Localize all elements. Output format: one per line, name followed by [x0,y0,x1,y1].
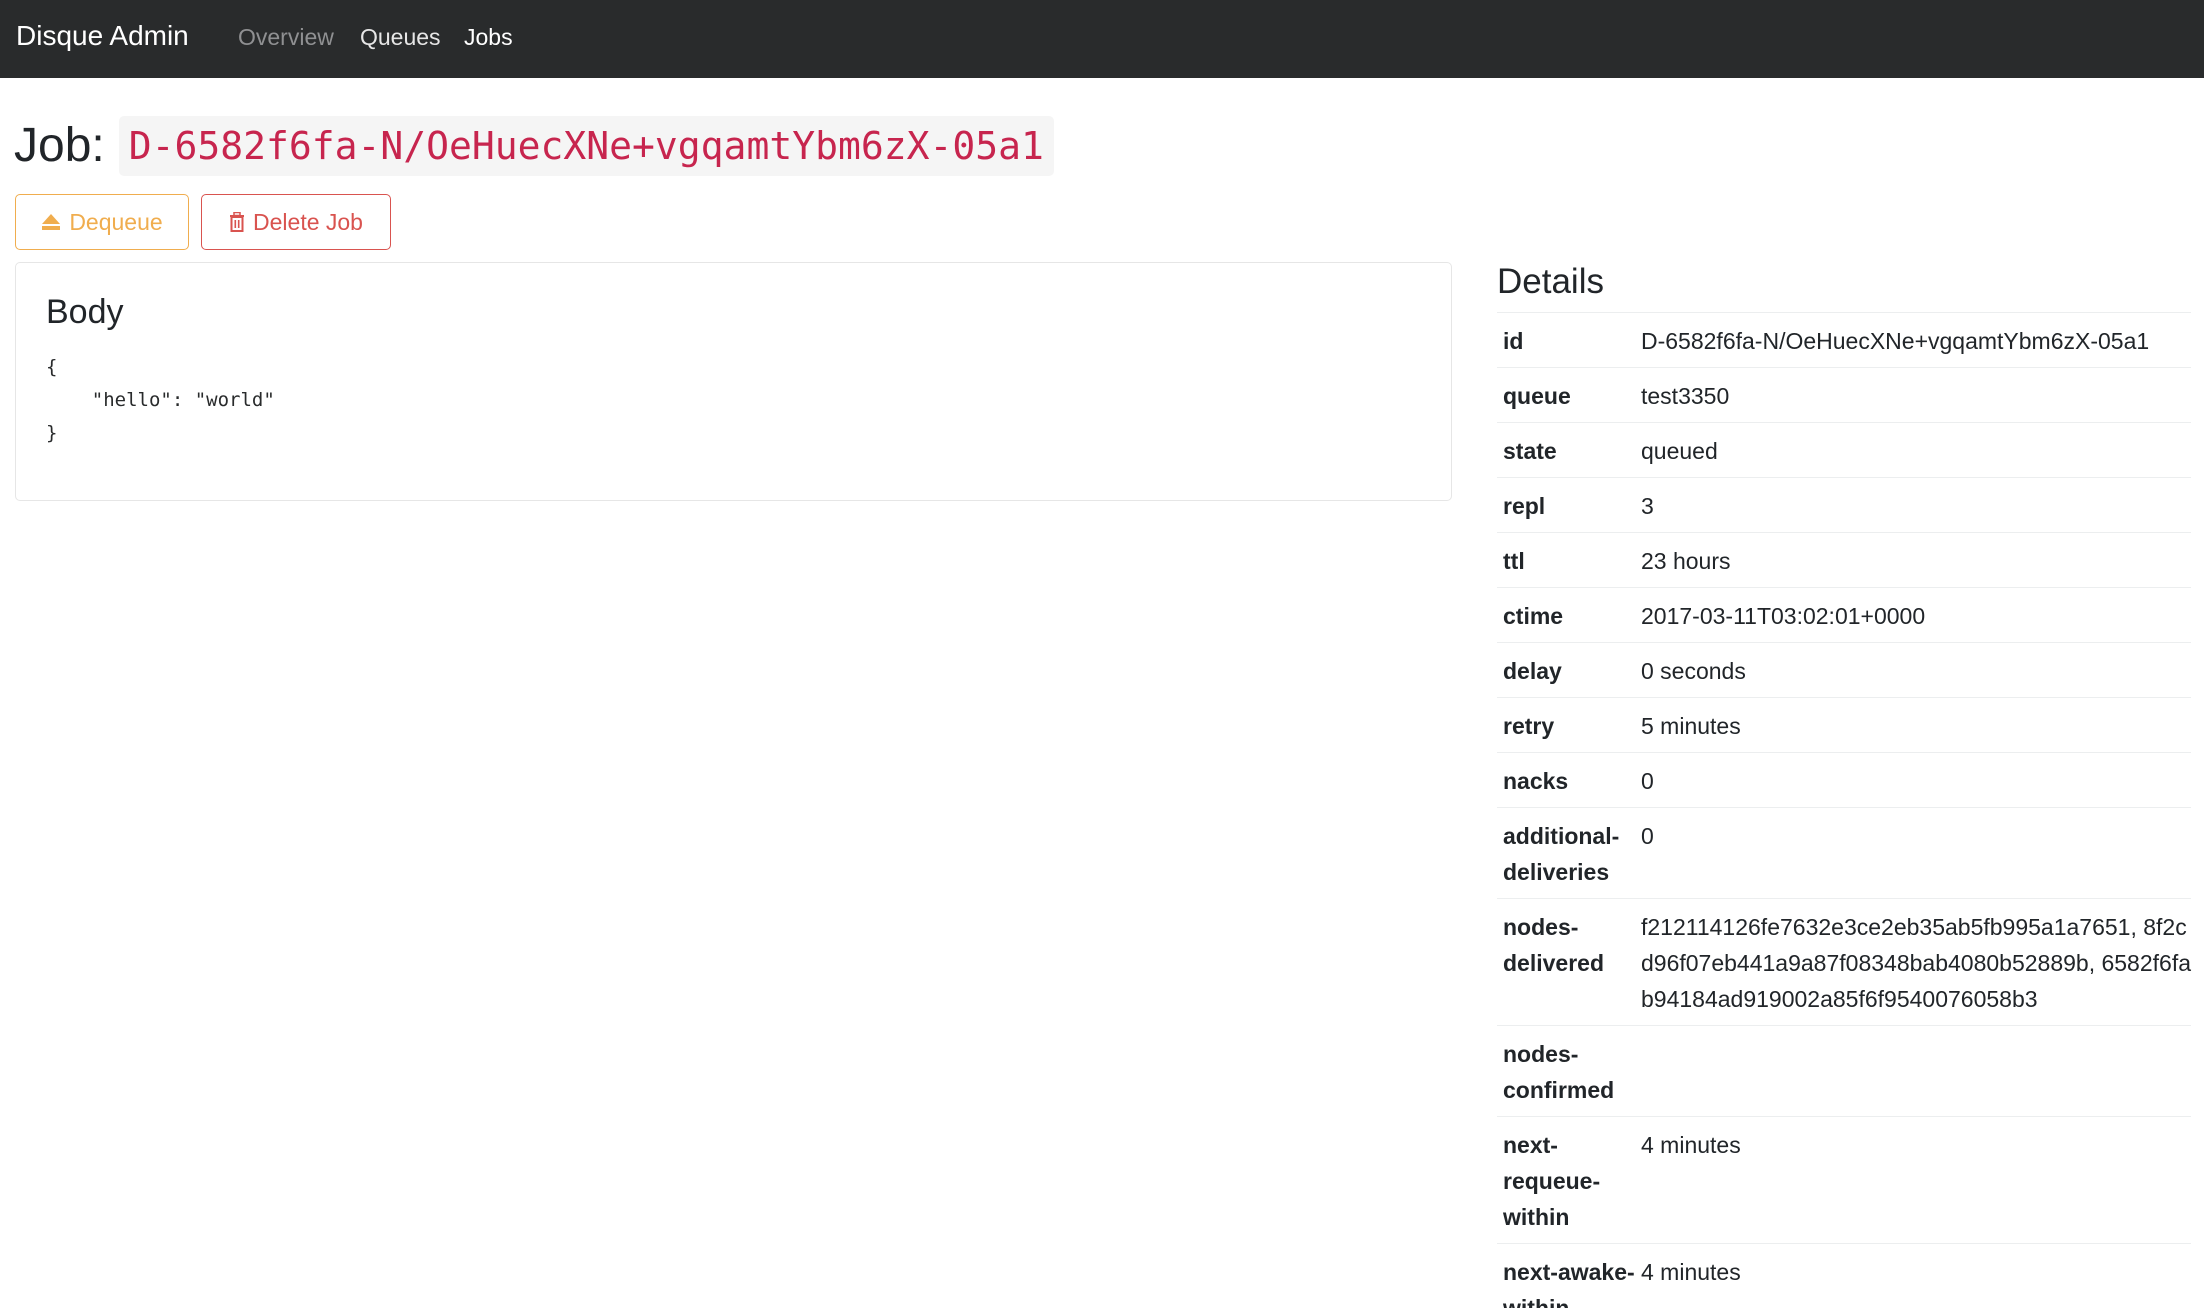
nav-jobs[interactable]: Jobs [464,24,513,51]
trash-icon [229,212,245,232]
body-json: { "hello": "world" } [46,356,275,444]
nav-overview[interactable]: Overview [238,24,334,51]
body-card: Body { "hello": "world" } [15,262,1452,501]
details-key: nodes-confirmed [1503,1041,1615,1103]
details-value: 5 minutes [1641,713,1741,739]
navbar: Disque Admin Overview Queues Jobs [0,0,2204,78]
details-row-delay: delay 0 seconds [1497,643,2191,698]
details-key: next-awake-within [1503,1259,1635,1308]
details-value: 4 minutes [1641,1132,1741,1158]
details-value [1641,1036,2191,1108]
details-key: delay [1503,658,1562,684]
details-value: 0 [1641,823,1654,849]
details-key: ttl [1503,548,1525,574]
page-title-label: Job: [14,119,105,172]
details-row-nacks: nacks 0 [1497,753,2191,808]
details-value: 0 seconds [1641,658,1746,684]
details-table: id D-6582f6fa-N/OeHuecXNe+vgqamtYbm6zX-05… [1497,312,2191,1308]
brand-logo[interactable]: Disque Admin [16,20,189,52]
details-value: test3350 [1641,383,1730,409]
details-row-ttl: ttl 23 hours [1497,533,2191,588]
details-row-nodes-confirmed: nodes-confirmed [1497,1026,2191,1117]
details-key: additional-deliveries [1503,823,1620,885]
delete-job-button[interactable]: Delete Job [201,194,391,250]
details-value: f212114126fe7632e3ce2eb35ab5fb995a1a7651… [1641,914,2192,1012]
page-title: Job: D-6582f6fa-N/OeHuecXNe+vgqamtYbm6zX… [14,114,1054,178]
details-value: queued [1641,438,1718,464]
details-value: 4 minutes [1641,1259,1741,1285]
details-row-additional-deliveries: additional-deliveries 0 [1497,808,2191,899]
details-value: 0 [1641,768,1654,794]
details-row-state: state queued [1497,423,2191,478]
details-key: nodes-delivered [1503,914,1604,976]
details-key: queue [1503,383,1571,409]
eject-icon [41,213,61,231]
details-key: state [1503,438,1557,464]
delete-job-label: Delete Job [253,208,363,235]
details-row-id: id D-6582f6fa-N/OeHuecXNe+vgqamtYbm6zX-05… [1497,313,2191,368]
nav-queues[interactable]: Queues [360,24,441,51]
details-row-queue: queue test3350 [1497,368,2191,423]
job-id-code: D-6582f6fa-N/OeHuecXNe+vgqamtYbm6zX-05a1 [118,116,1054,176]
details-value: D-6582f6fa-N/OeHuecXNe+vgqamtYbm6zX-05a1 [1641,328,2150,354]
details-row-nodes-delivered: nodes-delivered f212114126fe7632e3ce2eb35… [1497,899,2191,1026]
details-row-next-awake-within: next-awake-within 4 minutes [1497,1244,2191,1308]
details-key: retry [1503,713,1555,739]
details-value: 3 [1641,493,1654,519]
details-key: next-requeue-within [1503,1132,1601,1230]
dequeue-button[interactable]: Dequeue [15,194,189,250]
details-row-next-requeue-within: next-requeue-within 4 minutes [1497,1117,2191,1244]
dequeue-label: Dequeue [69,208,163,235]
details-row-repl: repl 3 [1497,478,2191,533]
details-row-ctime: ctime 2017-03-11T03:02:01+0000 [1497,588,2191,643]
details-key: nacks [1503,768,1569,794]
details-key: repl [1503,493,1546,519]
details-row-retry: retry 5 minutes [1497,698,2191,753]
details-value: 2017-03-11T03:02:01+0000 [1641,603,1926,629]
details-key: id [1503,328,1524,354]
details-title: Details [1497,262,1604,301]
details-key: ctime [1503,603,1564,629]
details-value: 23 hours [1641,548,1731,574]
body-card-title: Body [46,293,124,331]
